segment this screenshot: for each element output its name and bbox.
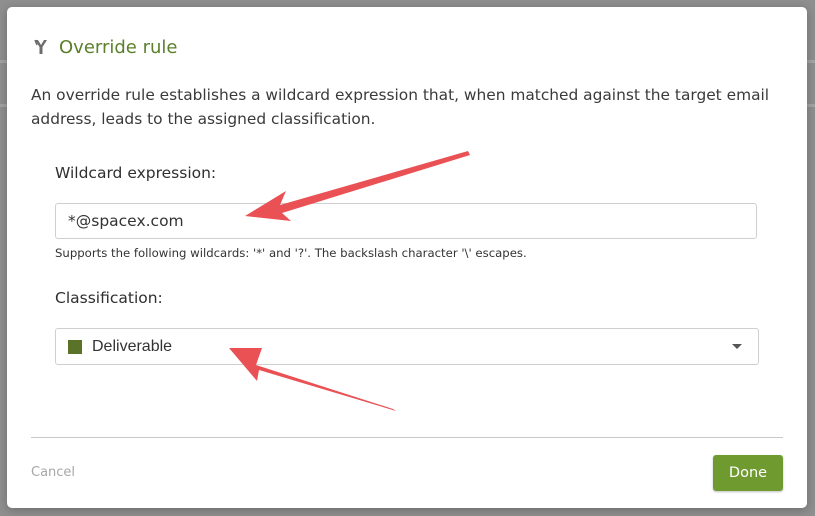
dialog-title: Override rule [59,36,178,58]
cancel-button[interactable]: Cancel [31,465,75,480]
wildcard-hint: Supports the following wildcards: '*' an… [55,246,527,260]
classification-label: Classification: [55,289,163,307]
chevron-down-icon[interactable] [732,344,742,349]
fork-icon [32,38,50,56]
classification-selected-value: Deliverable [92,337,173,355]
footer-divider [31,437,783,438]
classification-select[interactable]: Deliverable [55,328,759,365]
dialog-description: An override rule establishes a wildcard … [31,86,770,128]
done-button[interactable]: Done [713,455,783,491]
wildcard-expression-input[interactable] [55,203,757,239]
classification-color-swatch [68,339,82,354]
dialog-header: Override rule [32,36,178,58]
override-rule-dialog: Override rule An override rule establish… [7,7,807,508]
wildcard-expression-label: Wildcard expression: [55,164,217,182]
